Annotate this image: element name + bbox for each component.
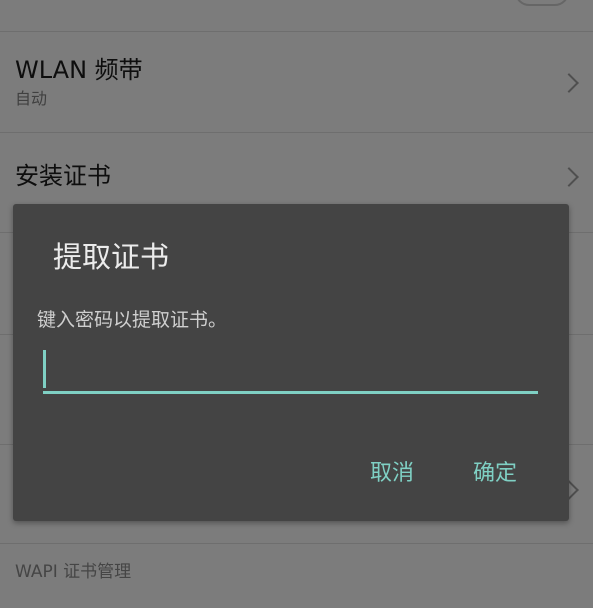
toggle-switch[interactable] — [515, 0, 569, 6]
chevron-right-icon — [559, 167, 579, 187]
install-certificate-title: 安装证书 — [15, 162, 111, 190]
divider — [0, 31, 593, 32]
dialog-message: 键入密码以提取证书。 — [37, 309, 228, 331]
wlan-band-value: 自动 — [15, 89, 48, 108]
wlan-band-title: WLAN 频带 — [15, 56, 143, 84]
cancel-button[interactable]: 取消 — [370, 460, 414, 488]
extract-certificate-dialog: 提取证书 键入密码以提取证书。 取消 确定 — [13, 204, 569, 521]
confirm-button[interactable]: 确定 — [473, 460, 517, 488]
dialog-title: 提取证书 — [53, 240, 170, 274]
divider — [0, 132, 593, 133]
wapi-section-header: WAPI 证书管理 — [15, 562, 132, 582]
password-input[interactable] — [43, 344, 538, 394]
divider — [0, 543, 593, 544]
chevron-right-icon — [559, 73, 579, 93]
text-cursor — [43, 350, 46, 388]
